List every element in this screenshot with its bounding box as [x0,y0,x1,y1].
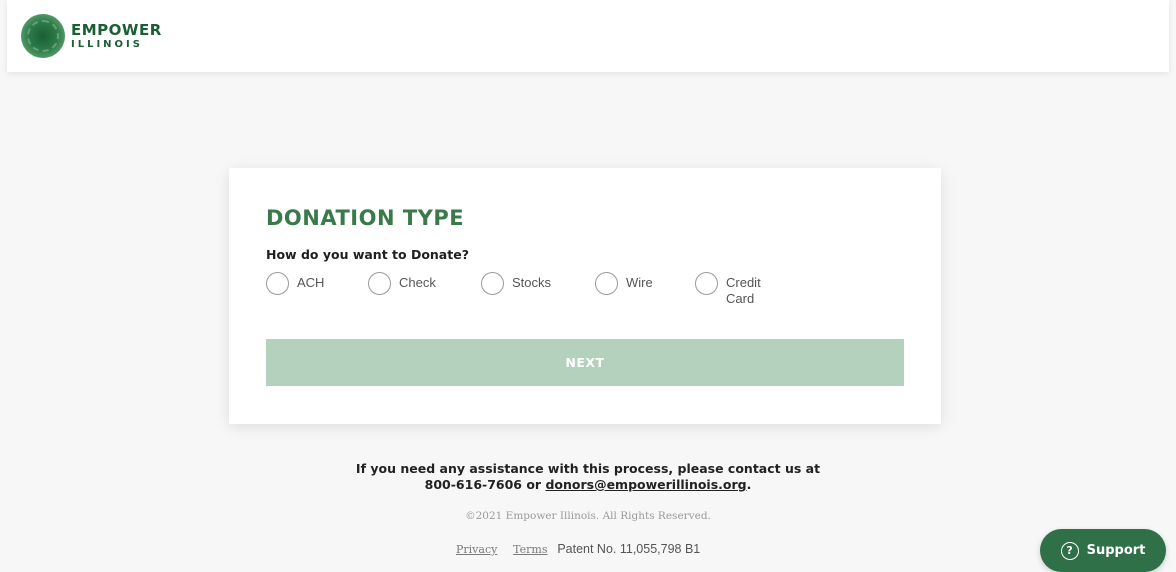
option-stocks[interactable]: Stocks [481,272,551,295]
option-label: Check [399,275,436,290]
logo-text-illinois: ILLINOIS [71,38,143,50]
next-button[interactable]: NEXT [266,339,904,386]
credit-card-radio[interactable] [695,272,718,295]
wire-radio[interactable] [595,272,618,295]
site-header: EMPOWER ILLINOIS [7,0,1169,72]
card-title: DONATION TYPE [266,206,465,230]
logo-wordmark: EMPOWER ILLINOIS [71,20,162,50]
logo-text-empower: EMPOWER [71,20,162,39]
stocks-radio[interactable] [481,272,504,295]
email-suffix: . [746,477,752,492]
option-label: Stocks [512,275,552,290]
option-check[interactable]: Check [368,272,436,295]
option-label: Wire [626,275,653,290]
ach-radio[interactable] [266,272,289,295]
phone-text: 800-616-7606 or [424,477,546,492]
terms-link[interactable]: Terms [513,543,547,556]
email-link[interactable]: donors@empowerillinois.org [545,477,746,492]
question-circle-icon: ? [1060,541,1079,560]
option-label: Credit Card [726,275,761,306]
donation-question: How do you want to Donate? [266,247,469,262]
support-label: Support [1086,543,1146,558]
logo-mark-icon [21,14,65,58]
option-wire[interactable]: Wire [595,272,653,295]
copyright-text: ©2021 Empower Illinois. All Rights Reser… [465,510,711,522]
option-ach[interactable]: ACH [266,272,324,295]
support-button[interactable]: ? Support [1040,529,1166,572]
assistance-message: If you need any assistance with this pro… [288,461,888,493]
option-credit-card[interactable]: Credit Card [695,272,766,307]
assistance-text: If you need any assistance with this pro… [355,461,821,476]
footer-links: Privacy Terms Patent No. 11,055,798 B1 [456,542,700,556]
privacy-link[interactable]: Privacy [456,543,497,556]
check-radio[interactable] [368,272,391,295]
option-label: ACH [297,275,325,290]
patent-text: Patent No. 11,055,798 B1 [557,542,701,556]
donation-type-card: DONATION TYPE How do you want to Donate?… [229,168,941,424]
empower-illinois-logo[interactable]: EMPOWER ILLINOIS [21,14,162,58]
